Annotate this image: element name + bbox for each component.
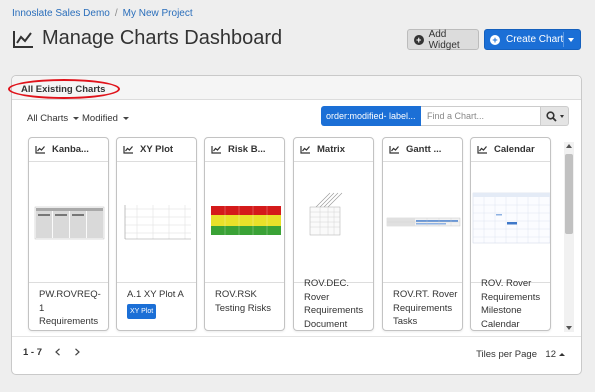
card-description-line: Milestone bbox=[481, 305, 522, 316]
chart-thumbnail bbox=[205, 163, 284, 283]
card-description-line: Rover bbox=[304, 291, 330, 303]
chart-icon bbox=[13, 30, 33, 48]
card-header: Matrix bbox=[294, 138, 373, 162]
caret-up-icon bbox=[559, 353, 565, 356]
sort-filter[interactable]: Modified bbox=[82, 113, 129, 124]
caret-down-icon bbox=[122, 117, 129, 120]
page-range: 1 - 7 bbox=[23, 347, 43, 358]
search-input[interactable] bbox=[421, 106, 541, 126]
card-title: Calendar bbox=[494, 144, 535, 155]
button-divider bbox=[563, 32, 564, 47]
add-widget-label: Add Widget bbox=[428, 28, 460, 51]
card-header: Risk B... bbox=[205, 138, 284, 162]
panel-header: All Existing Charts bbox=[8, 76, 581, 100]
chart-type-filter-label: All Charts bbox=[27, 113, 69, 124]
card-description-line: ROV.RSK bbox=[215, 289, 257, 300]
chart-icon bbox=[389, 146, 399, 154]
chart-thumbnail bbox=[29, 163, 108, 283]
card-description: A.1 XY Plot A XY Plot bbox=[127, 288, 193, 319]
card-header: Kanba... bbox=[29, 138, 108, 162]
search-icon bbox=[545, 110, 557, 122]
sort-filter-label: Modified bbox=[82, 113, 118, 124]
card-description-line: Requirements bbox=[39, 316, 99, 327]
tiles-per-page-label: Tiles per Page bbox=[476, 349, 537, 360]
chart-card-risk[interactable]: Risk B... ROV.RSK Testing Risks bbox=[204, 137, 285, 331]
card-description-line: Calendar bbox=[481, 318, 520, 330]
card-title: Kanba... bbox=[52, 144, 89, 155]
page-header: Manage Charts Dashboard bbox=[12, 27, 282, 50]
chart-icon bbox=[211, 146, 221, 154]
card-description-line: A.1 XY Plot A bbox=[127, 289, 184, 300]
chart-type-filter[interactable]: All Charts bbox=[27, 113, 80, 124]
vertical-scrollbar[interactable] bbox=[564, 142, 574, 332]
chart-card-kanban[interactable]: Kanba... PW.ROVREQ- 1 Requirements bbox=[28, 137, 109, 331]
card-description-line: Tasks bbox=[393, 316, 418, 327]
card-description-line: ROV. Rover bbox=[481, 278, 532, 289]
plus-circle-icon: + bbox=[490, 34, 500, 45]
page-title: Manage Charts Dashboard bbox=[42, 27, 283, 49]
chart-icon bbox=[35, 146, 45, 154]
caret-down-icon bbox=[559, 114, 564, 118]
card-description-line: Requirements bbox=[393, 302, 453, 314]
chart-card-calendar[interactable]: Calendar ROV. Rover Requirements Milesto… bbox=[470, 137, 551, 331]
add-widget-button[interactable]: + Add Widget bbox=[407, 28, 479, 51]
scroll-down-icon[interactable] bbox=[566, 326, 572, 330]
card-description: ROV.DEC. Rover Requirements Document bbox=[304, 277, 370, 330]
card-description-line: ROV.RT. Rover bbox=[393, 289, 458, 300]
chart-icon bbox=[123, 146, 133, 154]
card-description-line: Requirements bbox=[481, 291, 541, 303]
highlight-annotation bbox=[8, 79, 120, 99]
chart-card-gantt[interactable]: Gantt ... ROV.RT. Rover Requirements Tas… bbox=[382, 137, 463, 331]
card-title: Gantt ... bbox=[406, 144, 442, 155]
card-description-line: 1 bbox=[39, 302, 45, 314]
chart-icon bbox=[300, 146, 310, 154]
create-chart-label: Create Chart bbox=[506, 34, 564, 45]
chevron-right-icon[interactable] bbox=[73, 348, 81, 356]
card-title: XY Plot bbox=[140, 144, 174, 155]
card-description-line: Document bbox=[304, 318, 348, 330]
chart-thumbnail bbox=[294, 163, 373, 283]
breadcrumb-item-project-group[interactable]: Innoslate Sales Demo bbox=[12, 8, 110, 19]
card-title: Risk B... bbox=[228, 144, 266, 155]
card-title: Matrix bbox=[317, 144, 345, 155]
chart-thumbnail bbox=[471, 163, 550, 283]
scroll-up-icon[interactable] bbox=[566, 144, 572, 148]
chart-search: order:modified- label... bbox=[321, 106, 569, 126]
card-header: Gantt ... bbox=[383, 138, 462, 162]
create-chart-button[interactable]: + Create Chart bbox=[484, 29, 581, 50]
card-description: ROV.RT. Rover Requirements Tasks bbox=[393, 288, 459, 329]
search-query-tag[interactable]: order:modified- label... bbox=[321, 106, 421, 126]
search-button[interactable] bbox=[541, 106, 569, 126]
scrollbar-thumb[interactable] bbox=[565, 154, 573, 234]
breadcrumb-item-project[interactable]: My New Project bbox=[123, 8, 193, 19]
card-description-line: PW.ROVREQ- bbox=[39, 289, 101, 300]
card-description: ROV. Rover Requirements Milestone Calend… bbox=[481, 277, 547, 330]
chart-card-xy-plot[interactable]: XY Plot A.1 XY Plot A XY Plot bbox=[116, 137, 197, 331]
card-description-line: Requirements bbox=[304, 305, 364, 316]
plus-circle-icon: + bbox=[414, 34, 424, 45]
card-description-line: Testing Risks bbox=[215, 302, 271, 314]
caret-down-icon bbox=[73, 117, 80, 120]
breadcrumb: Innoslate Sales Demo / My New Project bbox=[12, 8, 193, 19]
card-header: XY Plot bbox=[117, 138, 196, 162]
card-description: ROV.RSK Testing Risks bbox=[215, 288, 281, 315]
chart-thumbnail bbox=[383, 163, 462, 283]
chart-card-matrix[interactable]: Matrix ROV.DEC. Rover Requirements Docum… bbox=[293, 137, 374, 331]
breadcrumb-separator: / bbox=[114, 8, 118, 19]
charts-panel: All Existing Charts All Charts Modified … bbox=[8, 75, 582, 376]
chart-icon bbox=[477, 146, 487, 154]
tiles-per-page-select[interactable]: 12 bbox=[545, 349, 565, 360]
tiles-per-page-value: 12 bbox=[545, 349, 556, 360]
pagination-bar: 1 - 7 Tiles per Page 12 bbox=[12, 336, 581, 376]
chart-thumbnail bbox=[117, 163, 196, 283]
chart-type-badge: XY Plot bbox=[127, 303, 157, 319]
caret-down-icon[interactable] bbox=[568, 38, 574, 42]
card-header: Calendar bbox=[471, 138, 550, 162]
card-description-line: ROV.DEC. bbox=[304, 278, 350, 289]
card-description: PW.ROVREQ- 1 Requirements bbox=[39, 288, 105, 329]
chevron-left-icon[interactable] bbox=[54, 348, 62, 356]
